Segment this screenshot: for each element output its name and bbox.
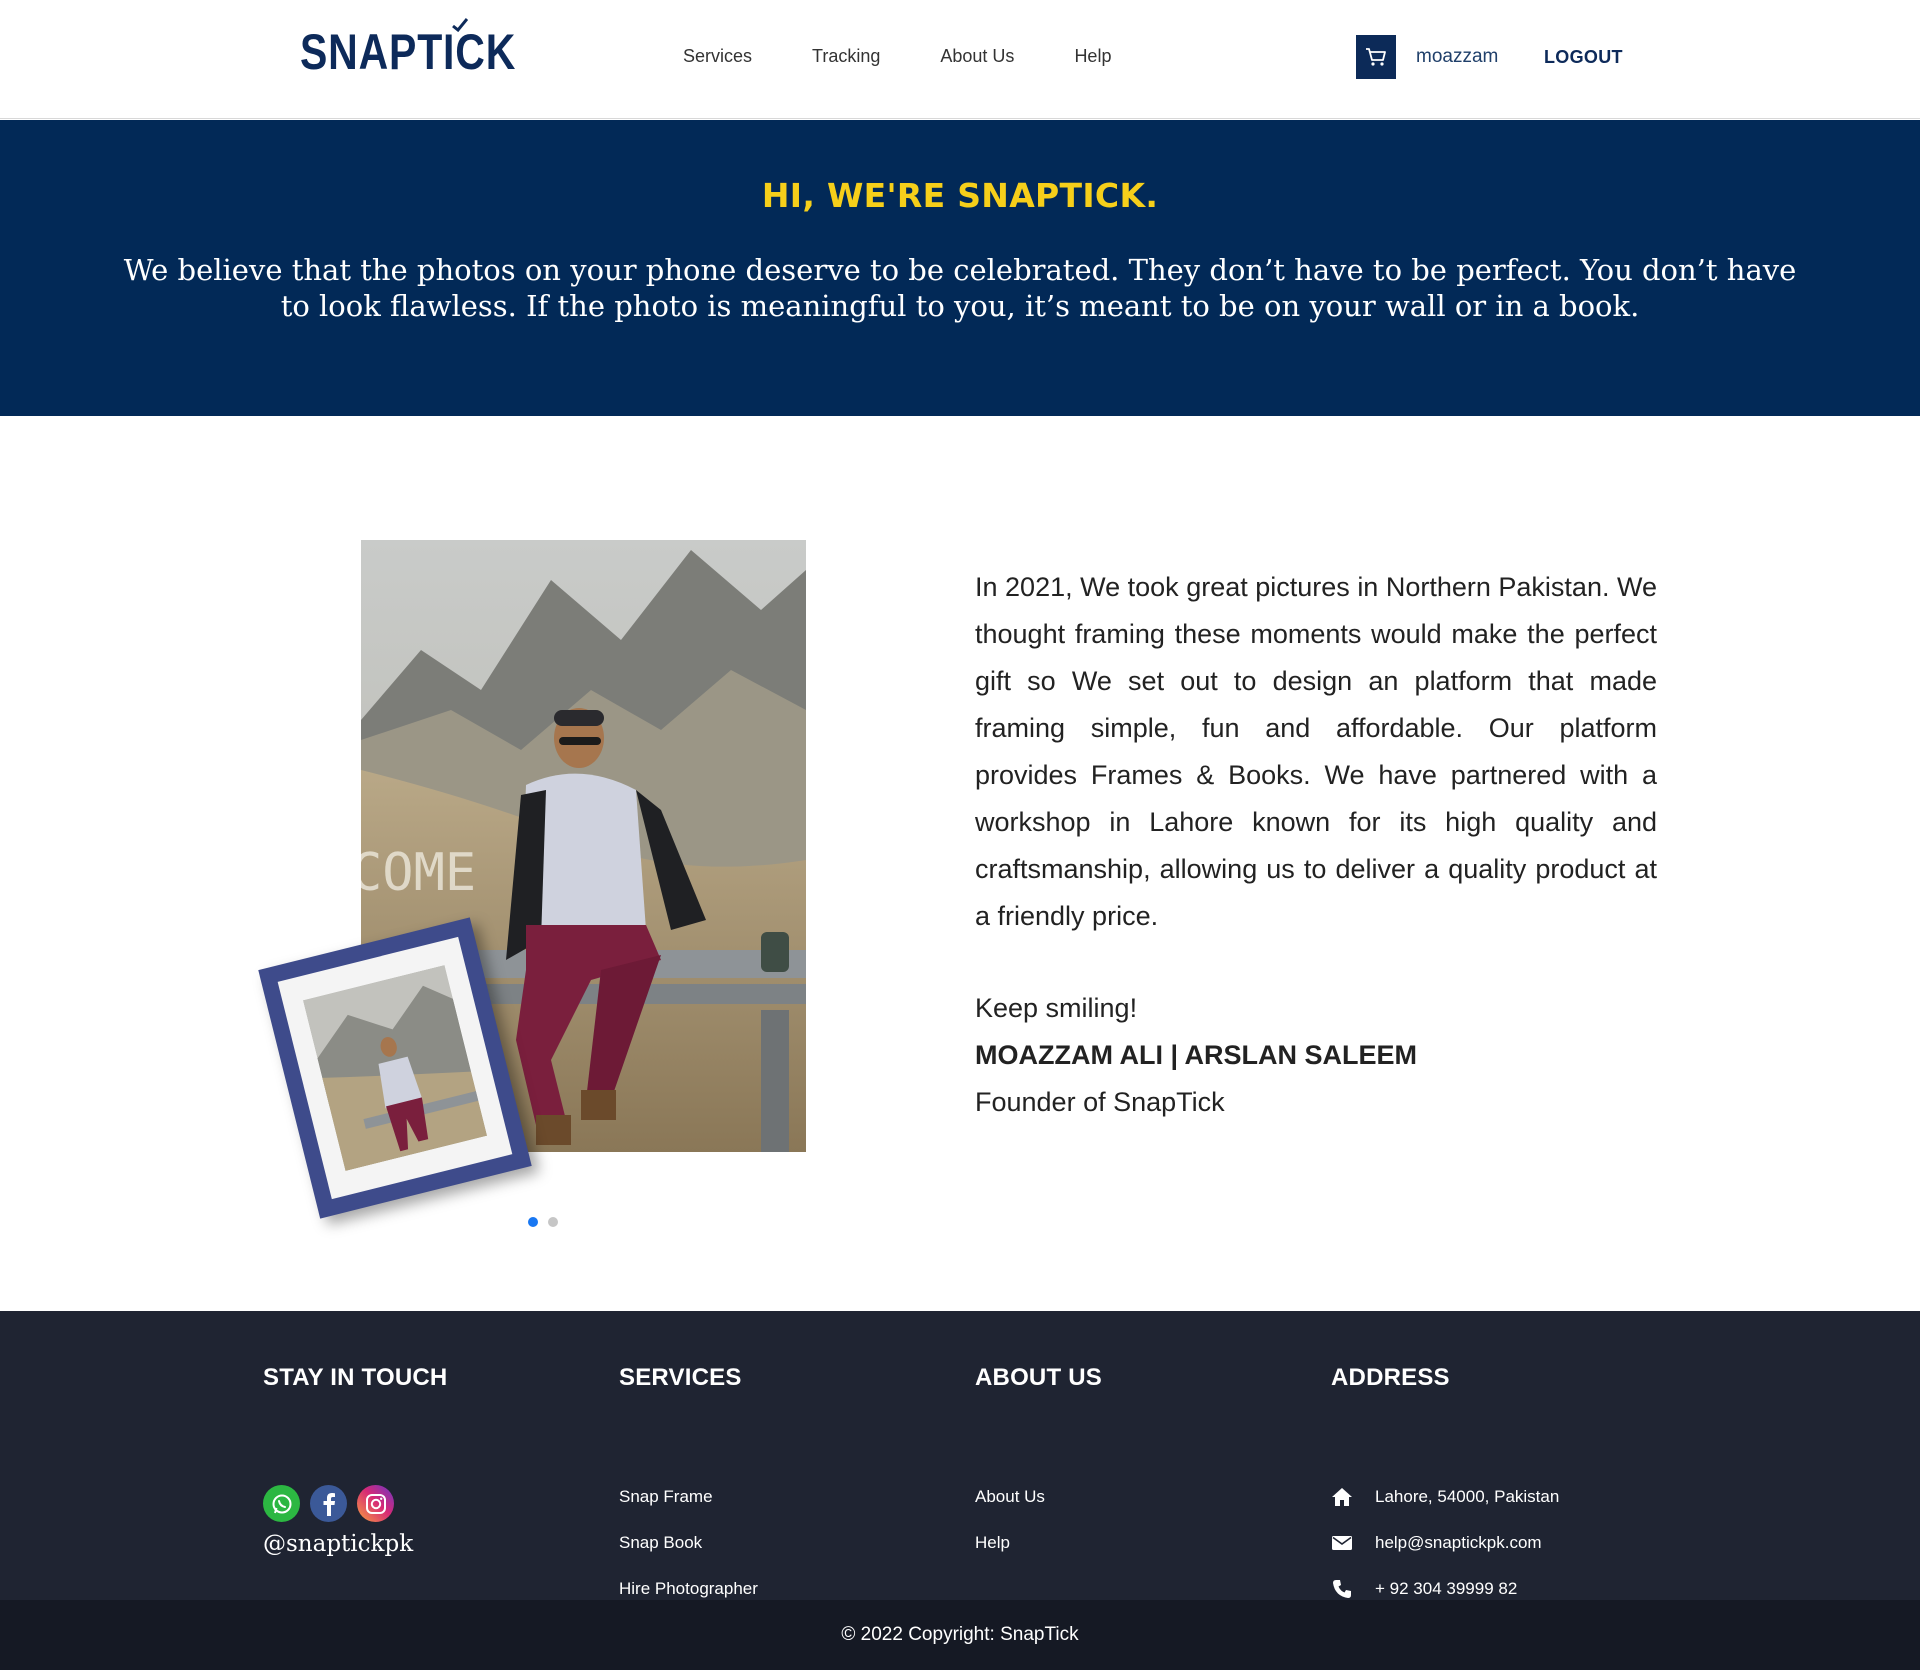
nav-about-us[interactable]: About Us — [940, 44, 1014, 68]
footer-heading-about-us: ABOUT US — [975, 1364, 1102, 1391]
rock-text: COME — [361, 843, 476, 903]
carousel-dot-2[interactable] — [548, 1217, 558, 1227]
copyright-text: © 2022 Copyright: SnapTick — [841, 1624, 1079, 1645]
cart-button[interactable] — [1356, 35, 1396, 79]
cart-icon — [1366, 48, 1386, 66]
footer-link-help[interactable]: Help — [975, 1531, 1010, 1555]
copyright-bar: © 2022 Copyright: SnapTick — [0, 1600, 1920, 1670]
social-icons — [263, 1485, 394, 1522]
frame-mat — [277, 936, 513, 1200]
carousel-indicators — [528, 1217, 558, 1227]
framed-photo-image — [302, 964, 488, 1172]
sign-founder-title: Founder of SnapTick — [975, 1087, 1225, 1117]
envelope-icon — [1332, 1536, 1352, 1550]
hero-text: We believe that the photos on your phone… — [123, 253, 1797, 323]
footer-services: SERVICES Snap Frame Snap Book Hire Photo… — [619, 1363, 758, 1598]
footer-heading-services: SERVICES — [619, 1364, 742, 1391]
footer-link-snap-book[interactable]: Snap Book — [619, 1531, 702, 1555]
nav-tracking[interactable]: Tracking — [812, 44, 880, 68]
footer-link-hire-photographer[interactable]: Hire Photographer — [619, 1577, 758, 1601]
instagram-icon[interactable] — [357, 1485, 394, 1522]
phone-icon — [1333, 1580, 1351, 1598]
site-footer: STAY IN TOUCH @snaptickpk SERVICES Snap … — [0, 1311, 1920, 1601]
main-nav: Services Tracking About Us Help — [683, 44, 1171, 68]
sign-greeting: Keep smiling! — [975, 993, 1138, 1023]
facebook-icon[interactable] — [310, 1485, 347, 1522]
footer-stay-in-touch: STAY IN TOUCH @snaptickpk — [263, 1363, 448, 1557]
carousel-dot-1[interactable] — [528, 1217, 538, 1227]
nav-services[interactable]: Services — [683, 44, 752, 68]
whatsapp-icon[interactable] — [263, 1485, 300, 1522]
footer-link-about-us[interactable]: About Us — [975, 1485, 1045, 1509]
about-story: In 2021, We took great pictures in North… — [975, 572, 1657, 931]
username-link[interactable]: moazzam — [1416, 44, 1498, 70]
footer-about: ABOUT US About Us Help — [975, 1363, 1102, 1552]
footer-heading-address: ADDRESS — [1331, 1364, 1450, 1391]
site-header: SNAPTICK Services Tracking About Us Help… — [0, 0, 1920, 119]
snaptick-logo[interactable]: SNAPTICK — [300, 24, 516, 80]
address-location: Lahore, 54000, Pakistan — [1375, 1487, 1560, 1506]
hero-title: HI, WE'RE SNAPTICK. — [761, 176, 1159, 215]
sign-founder-names: MOAZZAM ALI | ARSLAN SALEEM — [975, 1040, 1418, 1070]
logo-check-icon — [452, 18, 468, 32]
footer-heading-stay-in-touch: STAY IN TOUCH — [263, 1364, 448, 1391]
logout-button[interactable]: LOGOUT — [1544, 44, 1623, 70]
nav-help[interactable]: Help — [1074, 44, 1111, 68]
address-email[interactable]: help@snaptickpk.com — [1375, 1531, 1542, 1555]
address-phone[interactable]: + 92 304 39999 82 — [1375, 1577, 1517, 1601]
hero-banner: HI, WE'RE SNAPTICK. We believe that the … — [0, 120, 1920, 416]
social-handle: @snaptickpk — [263, 1531, 414, 1557]
logo-text: SNAPTICK — [300, 24, 517, 80]
home-icon — [1332, 1488, 1352, 1506]
footer-link-snap-frame[interactable]: Snap Frame — [619, 1485, 713, 1509]
footer-address: ADDRESS Lahore, 54000, Pakistan help@sna… — [1331, 1363, 1559, 1598]
